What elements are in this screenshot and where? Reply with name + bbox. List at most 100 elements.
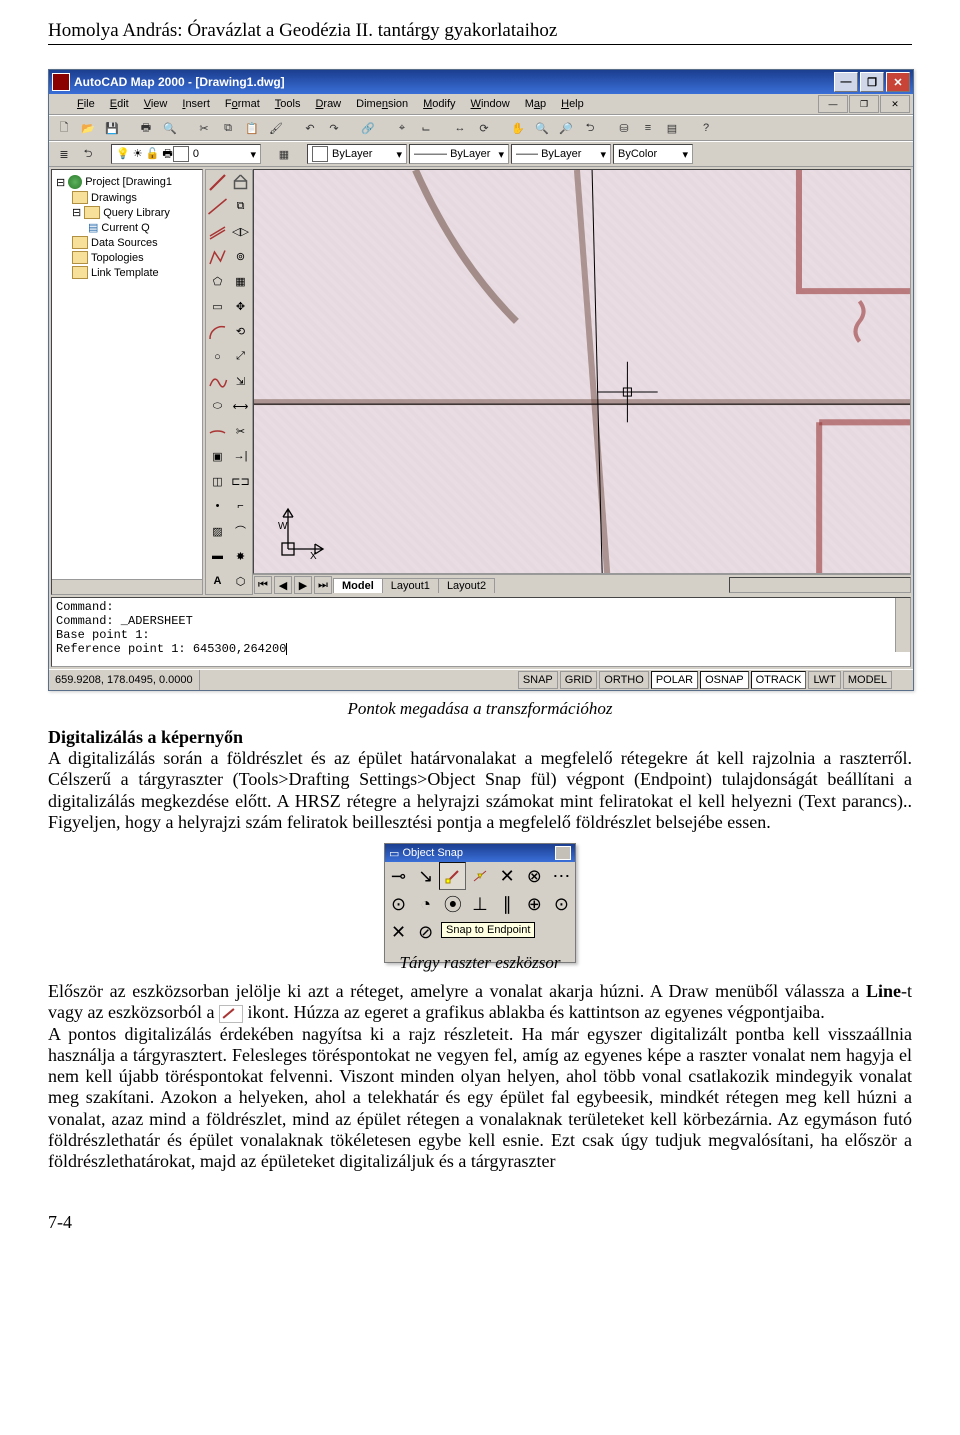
osnap-intersection-icon[interactable]: ✕ xyxy=(494,862,521,890)
status-polar[interactable]: POLAR xyxy=(651,671,698,689)
layerprev-icon[interactable]: ⮌ xyxy=(77,143,99,165)
mirror-icon[interactable]: ◁▷ xyxy=(229,220,252,244)
osnap-extension-icon[interactable]: ⋯ xyxy=(548,862,575,890)
region-icon[interactable]: ▬ xyxy=(206,544,229,568)
explode-icon[interactable]: ✸ xyxy=(229,544,252,568)
lengthen-icon[interactable]: ⟷ xyxy=(229,394,252,418)
menu-format[interactable]: Format xyxy=(219,97,266,111)
chamfer-icon[interactable]: ⌐ xyxy=(229,494,252,518)
array-icon[interactable]: ▦ xyxy=(229,270,252,294)
polygon-cleanup-icon[interactable]: ⬡ xyxy=(229,569,252,593)
color-combo[interactable]: ByLayer▾ xyxy=(307,144,407,164)
close-button[interactable]: ✕ xyxy=(886,72,910,92)
lineweight-combo[interactable]: —— ByLayer▾ xyxy=(511,144,611,164)
menu-edit[interactable]: Edit xyxy=(104,97,135,111)
osnap-center-icon[interactable]: ⊙ xyxy=(385,890,412,918)
osnap-none-icon[interactable]: ⊘ xyxy=(412,918,439,946)
copy-icon[interactable]: ⧉ xyxy=(229,195,252,219)
status-osnap[interactable]: OSNAP xyxy=(700,671,749,689)
print-icon[interactable]: 🖶 xyxy=(135,117,157,139)
tab-prev-icon[interactable]: ◀ xyxy=(274,576,292,594)
plotstyle-combo[interactable]: ByColor▾ xyxy=(613,144,693,164)
copy-icon[interactable]: ⧉ xyxy=(217,117,239,139)
rotate-icon[interactable]: ⟲ xyxy=(229,320,252,344)
status-model[interactable]: MODEL xyxy=(843,671,892,689)
extend-icon[interactable]: →| xyxy=(229,444,252,468)
properties-icon[interactable]: ≡ xyxy=(637,117,659,139)
osnap-endpoint-icon[interactable] xyxy=(439,862,466,890)
circle-icon[interactable]: ○ xyxy=(206,345,229,369)
help-icon[interactable]: ? xyxy=(695,117,717,139)
osnap-node-icon[interactable]: ⊙ xyxy=(548,890,575,918)
scale-icon[interactable]: ⤢ xyxy=(229,345,252,369)
menu-file[interactable]: File xyxy=(71,97,101,111)
status-ortho[interactable]: ORTHO xyxy=(599,671,649,689)
ellipse-icon[interactable]: ⬭ xyxy=(206,394,229,418)
dbconnect-icon[interactable]: ⛁ xyxy=(613,117,635,139)
matchprop-icon[interactable]: 🖌 xyxy=(265,117,287,139)
tree-scrollbar[interactable] xyxy=(52,579,202,594)
fillet-icon[interactable]: ⌒ xyxy=(229,519,252,543)
layer-combo[interactable]: 💡 ☀ 🔓 🖶 0▾ xyxy=(111,144,261,164)
point-icon[interactable]: • xyxy=(206,494,229,518)
save-icon[interactable]: 💾 xyxy=(101,117,123,139)
pline-icon[interactable] xyxy=(206,245,229,269)
tab-next-icon[interactable]: ▶ xyxy=(294,576,312,594)
osnap-parallel-icon[interactable]: ∥ xyxy=(494,890,521,918)
tab-model[interactable]: Model xyxy=(333,578,383,593)
zoom-prev-icon[interactable]: ⮌ xyxy=(579,117,601,139)
undo-icon[interactable]: ↶ xyxy=(299,117,321,139)
tab-layout1[interactable]: Layout1 xyxy=(382,578,439,593)
adcenter-icon[interactable]: ▤ xyxy=(661,117,683,139)
minimize-button[interactable]: — xyxy=(834,72,858,92)
tab-first-icon[interactable]: ⏮ xyxy=(254,576,272,594)
zoom-rt-icon[interactable]: 🔍 xyxy=(531,117,553,139)
hatch-icon[interactable]: ▨ xyxy=(206,519,229,543)
dist-icon[interactable]: ↔ xyxy=(449,117,471,139)
status-otrack[interactable]: OTRACK xyxy=(751,671,807,689)
project-tree[interactable]: ⊟Project [Drawing1 Drawings ⊟Query Libra… xyxy=(52,170,202,579)
zoom-win-icon[interactable]: 🔎 xyxy=(555,117,577,139)
stretch-icon[interactable]: ⇲ xyxy=(229,370,252,394)
mdi-close-icon[interactable]: ✕ xyxy=(880,95,910,113)
insert-icon[interactable]: ▣ xyxy=(206,444,229,468)
erase-icon[interactable] xyxy=(229,170,252,194)
menu-window[interactable]: Window xyxy=(465,97,516,111)
osnap-appint-icon[interactable]: ⊗ xyxy=(521,862,548,890)
status-lwt[interactable]: LWT xyxy=(808,671,840,689)
command-window[interactable]: Command: Command: _ADERSHEET Base point … xyxy=(51,597,911,667)
trim-icon[interactable]: ✂ xyxy=(229,419,252,443)
ucs-icon[interactable]: ⌙ xyxy=(415,117,437,139)
mtext-icon[interactable]: A xyxy=(206,569,229,593)
osnap-from-icon[interactable]: ↘ xyxy=(412,862,439,890)
cmd-vscrollbar[interactable] xyxy=(895,598,910,652)
status-grid[interactable]: GRID xyxy=(560,671,598,689)
preview-icon[interactable]: 🔍 xyxy=(159,117,181,139)
arc-icon[interactable] xyxy=(206,320,229,344)
mline-icon[interactable] xyxy=(206,220,229,244)
osnap-perpendicular-icon[interactable]: ⊥ xyxy=(466,890,493,918)
layers-icon[interactable]: ≣ xyxy=(53,143,75,165)
osnap-quadrant-icon[interactable]: ◔ xyxy=(412,890,439,918)
rectangle-icon[interactable]: ▭ xyxy=(206,295,229,319)
break-icon[interactable]: ⊏⊐ xyxy=(229,469,252,493)
hyperlink-icon[interactable]: 🔗 xyxy=(357,117,379,139)
tab-layout2[interactable]: Layout2 xyxy=(438,578,495,593)
osnap-tangent-icon[interactable]: ⦿ xyxy=(439,890,466,918)
maximize-button[interactable]: ❐ xyxy=(860,72,884,92)
redo-icon[interactable]: ↷ xyxy=(323,117,345,139)
move-icon[interactable]: ✥ xyxy=(229,295,252,319)
menu-tools[interactable]: Tools xyxy=(269,97,307,111)
osnap-icon[interactable]: ⌖ xyxy=(391,117,413,139)
spline-icon[interactable] xyxy=(206,370,229,394)
osnap-midpoint-icon[interactable] xyxy=(466,862,493,890)
paste-icon[interactable]: 📋 xyxy=(241,117,263,139)
mdi-minimize-icon[interactable]: — xyxy=(818,95,848,113)
menu-insert[interactable]: Insert xyxy=(176,97,216,111)
mdi-restore-icon[interactable]: ❐ xyxy=(849,95,879,113)
menu-map[interactable]: Map xyxy=(519,97,552,111)
polygon-icon[interactable]: ⬠ xyxy=(206,270,229,294)
linetype-combo[interactable]: ——— ByLayer▾ xyxy=(409,144,509,164)
menu-dimension[interactable]: Dimension xyxy=(350,97,414,111)
open-icon[interactable]: 📂 xyxy=(77,117,99,139)
